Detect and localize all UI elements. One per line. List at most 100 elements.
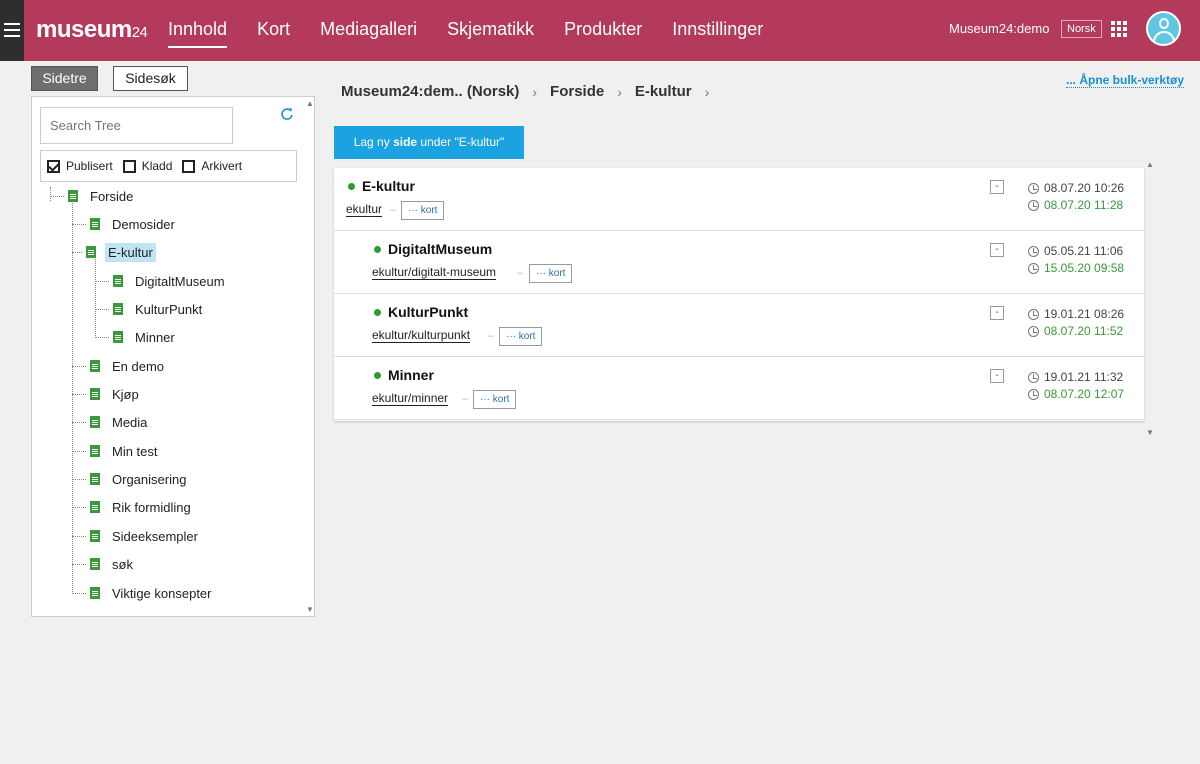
- page-title[interactable]: DigitaltMuseum: [374, 241, 492, 257]
- tree-connector: [50, 187, 51, 201]
- new-page-button[interactable]: Lag ny side under "E-kultur": [334, 126, 524, 159]
- clock-icon: [1028, 372, 1039, 383]
- modified-date: 08.07.20 11:52: [1028, 323, 1124, 340]
- list-scroll-down-arrow[interactable]: ▼: [1146, 428, 1154, 437]
- apps-grid-icon[interactable]: [1111, 21, 1127, 37]
- collapse-button[interactable]: -: [990, 180, 1004, 194]
- user-avatar-icon[interactable]: [1146, 11, 1181, 46]
- page-icon: [90, 558, 100, 570]
- scroll-down-arrow[interactable]: ▼: [306, 605, 314, 614]
- modified-date: 08.07.20 12:07: [1028, 386, 1124, 403]
- scroll-up-arrow[interactable]: ▲: [306, 99, 314, 108]
- list-scroll-up-arrow[interactable]: ▲: [1146, 160, 1154, 169]
- page-icon: [90, 530, 100, 542]
- list-item[interactable]: E-kultur ekultur – ··· kort - 08.07.20 1…: [334, 168, 1144, 231]
- nav-produkter[interactable]: Produkter: [564, 19, 642, 48]
- collapse-button[interactable]: -: [990, 306, 1004, 320]
- language-selector[interactable]: Norsk: [1061, 20, 1102, 38]
- account-name[interactable]: Museum24:demo: [949, 21, 1049, 36]
- kort-button[interactable]: ··· kort: [401, 201, 445, 220]
- nav-innstillinger[interactable]: Innstillinger: [672, 19, 763, 48]
- kort-button[interactable]: ··· kort: [529, 264, 573, 283]
- tree-item-minner[interactable]: Minner: [113, 326, 178, 348]
- filter-kladd-label: Kladd: [141, 159, 173, 173]
- created-date: 05.05.21 11:06: [1028, 243, 1124, 260]
- page-icon: [90, 473, 100, 485]
- tree-item-media[interactable]: Media: [90, 411, 150, 433]
- breadcrumb: Museum24:dem.. (Norsk) › Forside › E-kul…: [341, 83, 722, 100]
- tree-label: Sideeksempler: [112, 528, 198, 544]
- filter-kladd[interactable]: Kladd: [122, 159, 173, 173]
- tree-item-rik-formidling[interactable]: Rik formidling: [90, 496, 194, 518]
- dots-icon: ···: [408, 205, 418, 216]
- nav-mediagalleri[interactable]: Mediagalleri: [320, 19, 417, 48]
- page-url-link[interactable]: ekultur: [346, 203, 383, 217]
- collapse-button[interactable]: -: [990, 369, 1004, 383]
- tree-item-sok[interactable]: søk: [90, 553, 136, 575]
- tree-connector: [95, 337, 109, 338]
- kort-button[interactable]: ··· kort: [473, 390, 517, 409]
- filter-arkivert[interactable]: Arkivert: [182, 159, 242, 173]
- nav-innhold[interactable]: Innhold: [168, 19, 228, 48]
- new-page-prefix: Lag ny: [353, 135, 394, 149]
- tree-connector: [72, 224, 86, 225]
- breadcrumb-site[interactable]: Museum24:dem.. (Norsk): [341, 83, 519, 100]
- nav-kort[interactable]: Kort: [257, 19, 290, 48]
- tree-label: E-kultur: [105, 242, 156, 262]
- tab-sidetre[interactable]: Sidetre: [31, 66, 98, 91]
- collapse-button[interactable]: -: [990, 243, 1004, 257]
- page-title-text: DigitaltMuseum: [388, 241, 493, 257]
- kladd-checkbox[interactable]: [122, 159, 136, 173]
- tree-label: Minner: [135, 329, 175, 345]
- filter-arkivert-label: Arkivert: [201, 159, 243, 173]
- kort-button[interactable]: ··· kort: [499, 327, 543, 346]
- new-page-bold: side: [393, 135, 418, 149]
- page-url-link[interactable]: ekultur/minner: [372, 392, 449, 406]
- logo[interactable]: museum24: [36, 16, 148, 44]
- kort-label: kort: [492, 394, 510, 405]
- published-status-icon: [374, 245, 381, 253]
- tree-item-forside[interactable]: Forside: [68, 185, 136, 207]
- page-title[interactable]: Minner: [374, 367, 434, 383]
- bulk-tool-link[interactable]: ... Åpne bulk-verktøy: [1066, 73, 1185, 88]
- filter-publisert[interactable]: Publisert: [47, 159, 113, 173]
- tree-item-e-kultur[interactable]: E-kultur: [86, 241, 156, 263]
- breadcrumb-forside[interactable]: Forside: [550, 83, 604, 100]
- clock-icon: [1028, 309, 1039, 320]
- tree-item-demosider[interactable]: Demosider: [90, 213, 178, 235]
- search-tree-input[interactable]: [40, 107, 233, 144]
- tree-item-viktige-konsepter[interactable]: Viktige konsepter: [90, 582, 215, 604]
- publisert-checkbox[interactable]: [47, 159, 60, 173]
- page-url-link[interactable]: ekultur/digitalt-museum: [372, 266, 497, 280]
- list-item[interactable]: DigitaltMuseum ekultur/digitalt-museum –…: [334, 231, 1144, 294]
- tree-item-kulturpunkt[interactable]: KulturPunkt: [113, 298, 205, 320]
- page-icon: [90, 360, 100, 372]
- page-icon: [90, 587, 100, 599]
- tree-item-min-test[interactable]: Min test: [90, 440, 161, 462]
- tree-item-organisering[interactable]: Organisering: [90, 468, 189, 490]
- chevron-right-icon: ›: [532, 83, 538, 100]
- page-icon: [113, 275, 123, 287]
- tab-sidesok[interactable]: Sidesøk: [113, 66, 188, 91]
- list-item[interactable]: Minner ekultur/minner – ··· kort - 19.01…: [334, 357, 1144, 420]
- breadcrumb-e-kultur[interactable]: E-kultur: [635, 83, 692, 100]
- refresh-icon[interactable]: [280, 107, 294, 121]
- tree-connector: [72, 394, 86, 395]
- tree-item-en-demo[interactable]: En demo: [90, 355, 167, 377]
- tree-item-digitaltmuseum[interactable]: DigitaltMuseum: [113, 270, 228, 292]
- page-title[interactable]: E-kultur: [348, 178, 415, 194]
- page-icon: [68, 190, 78, 202]
- nav-skjematikk[interactable]: Skjematikk: [447, 19, 534, 48]
- tree-item-sideeksempler[interactable]: Sideeksempler: [90, 525, 201, 547]
- arkivert-checkbox[interactable]: [182, 159, 196, 173]
- page-url-link[interactable]: ekultur/kulturpunkt: [372, 329, 471, 343]
- tree-item-kjop[interactable]: Kjøp: [90, 383, 142, 405]
- tree-connector: [72, 536, 86, 537]
- separator: –: [488, 330, 495, 342]
- page-title[interactable]: KulturPunkt: [374, 304, 468, 320]
- tree-connector: [72, 479, 86, 480]
- page-dates: 08.07.20 10:26 08.07.20 11:28: [1028, 180, 1124, 214]
- list-item[interactable]: KulturPunkt ekultur/kulturpunkt – ··· ko…: [334, 294, 1144, 357]
- hamburger-menu-icon[interactable]: [0, 0, 24, 61]
- child-page-list: E-kultur ekultur – ··· kort - 08.07.20 1…: [334, 168, 1144, 421]
